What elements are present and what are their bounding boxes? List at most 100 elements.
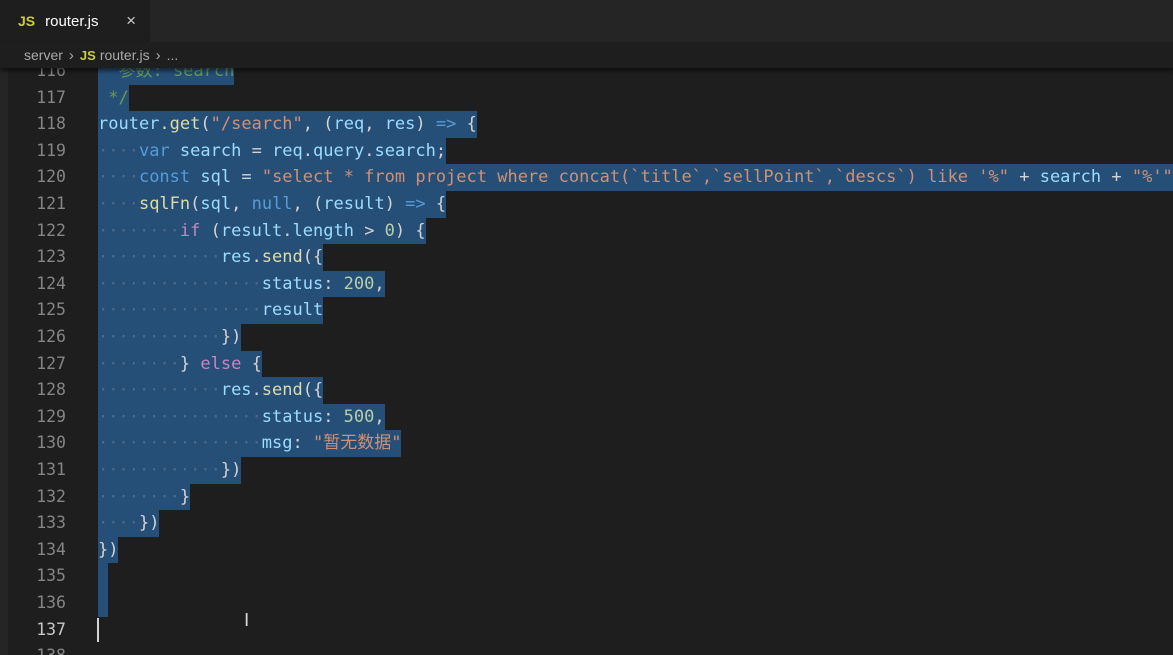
code-line[interactable]: 124 ················status: 200, [0,270,1173,298]
code-token: ················ [98,406,262,427]
code-token: ············ [98,327,221,347]
code-text: ············}) [98,457,242,484]
code-token: search [1039,167,1102,188]
code-token: send [261,247,303,268]
code-line[interactable]: 123 ············res.send({ [0,244,1173,271]
code-token: result [220,220,283,241]
code-text: ····const sql = "select * from project w… [98,164,1173,191]
code-line[interactable]: 134}) [0,536,1173,564]
code-line[interactable]: 136 [0,590,1173,617]
code-line[interactable]: 126 ············}) [0,324,1173,351]
code-line[interactable]: 128 ············res.send({ [0,377,1173,404]
line-number: 124 [36,273,66,293]
line-number: 136 [36,593,66,612]
code-line[interactable]: 135 [0,563,1173,590]
code-token: ············ [98,247,221,268]
code-line[interactable]: 121 ····sqlFn(sql, null, (result) => { [0,191,1173,218]
line-number: 137 [36,619,66,639]
code-line[interactable]: 137 [0,617,1173,644]
breadcrumb-symbol[interactable]: ... [167,47,179,63]
selection-highlight: }) [98,536,119,564]
code-token: 0 [384,220,395,241]
code-token: ) [415,114,436,135]
code-line[interactable]: 129 ················status: 500, [0,403,1173,431]
code-text: }) [98,536,119,564]
code-token: "%'" [1131,167,1173,188]
code-token: const [138,167,191,188]
code-token: . [251,247,262,268]
mouse-ibeam-cursor: I [244,610,250,631]
line-number: 117 [36,87,66,107]
line-number: 121 [36,194,66,213]
code-text [98,590,109,617]
line-number: 133 [36,513,66,533]
code-token: ················ [98,273,262,294]
code-editor[interactable]: 116 参数: search 117 */118 router.get("/sear… [0,68,1173,655]
code-token: ················ [98,433,262,454]
code-token: sql [200,167,232,188]
code-token: ({ [302,247,324,268]
line-number: 130 [36,433,66,453]
code-text: ········if (result.length > 0) { [98,217,426,245]
text-caret [97,617,99,642]
line-number: 131 [36,460,66,479]
selection-highlight: ············}) [98,324,242,351]
code-token: ···· [98,167,139,188]
code-line[interactable]: 122 ········if (result.length > 0) { [0,217,1173,245]
line-number: 135 [36,566,66,586]
code-text: ····var search = req.query.search; [98,137,447,165]
code-token: ( [190,194,201,214]
code-line[interactable]: 118 router.get("/search", (req, res) => { [0,111,1173,138]
code-token: length [292,220,354,241]
line-number: 138 [0,643,66,655]
code-token: ············ [98,380,221,401]
selection-highlight: ····const sql = "select * from project w… [98,164,1173,191]
code-token: res [220,247,252,268]
code-token: , ( [292,194,324,214]
code-line[interactable]: 131 ············}) [0,457,1173,484]
breadcrumb-folder[interactable]: server [24,47,63,63]
line-number: 122 [36,220,66,240]
code-token: ········ [98,486,180,507]
code-token: ; [435,140,447,161]
code-line[interactable]: 125 ················result [0,297,1173,324]
code-line[interactable]: 133 ····}) [0,510,1173,537]
code-token: status [261,273,324,294]
selection-highlight: */ [98,84,129,112]
line-number: 116 [36,68,66,80]
code-token: if [179,220,201,241]
line-number: 125 [36,300,66,320]
code-line[interactable]: 127 ········} else { [0,350,1173,378]
selection-highlight [98,563,109,590]
code-token: get [169,114,201,135]
code-line[interactable]: 130 ················msg: "暂无数据" [0,430,1173,457]
code-token: res [384,114,416,135]
selection-highlight: ············}) [98,457,242,484]
chevron-right-icon: › [68,46,74,64]
code-token: , [374,273,385,294]
code-line[interactable]: 120 ····const sql = "select * from projec… [0,164,1173,191]
code-line[interactable]: 119 ····var search = req.query.search; [0,137,1173,165]
code-text: */ [98,84,129,112]
tab-bar: JS router.js × [0,0,1173,42]
selection-highlight: ····sqlFn(sql, null, (result) => { [98,191,447,218]
code-token: req [272,140,303,161]
code-token: ({ [302,380,324,401]
code-token: { [456,114,477,135]
close-icon[interactable]: × [126,11,136,31]
code-token: result [261,300,324,321]
line-number: 128 [36,380,66,400]
code-line[interactable]: 132 ········} [0,483,1173,511]
code-line[interactable]: 138 [0,643,1173,655]
code-text [98,563,109,590]
code-line[interactable]: 116 参数: search [0,68,1173,85]
code-text: ············}) [98,324,242,351]
code-token: ( [200,220,221,241]
breadcrumb-file[interactable]: router.js [100,47,150,63]
code-token: 200 [343,273,375,294]
code-token: => [435,114,457,135]
code-line[interactable]: 117 */ [0,84,1173,112]
tab-router-js[interactable]: JS router.js × [0,0,150,42]
code-text: router.get("/search", (req, res) => { [98,111,477,138]
